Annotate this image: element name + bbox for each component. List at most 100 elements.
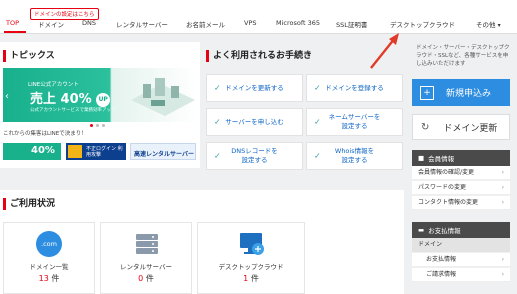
- payment-info-title: お支払情報: [428, 227, 461, 235]
- banner-up-badge: UP: [96, 92, 111, 107]
- nav-tab-dns[interactable]: DNS: [82, 19, 96, 27]
- mini-banner-security[interactable]: 不正ログイン 利用攻撃: [66, 143, 126, 160]
- member-link-contact[interactable]: コンタクト情報の変更 ›: [412, 196, 510, 210]
- usage-count-unit: 件: [250, 274, 259, 283]
- mini-banner-server-text: 高速レンタルサーバー: [134, 151, 194, 158]
- nav-tab-other[interactable]: その他 ▾: [476, 19, 501, 29]
- top-navigation: ドメインの設定はこちら TOP ドメイン DNS レンタルサーバー お名前メール…: [0, 0, 517, 34]
- chevron-right-icon: ›: [501, 256, 504, 263]
- chevron-right-icon: ›: [501, 271, 504, 278]
- payment-link-label: ご請求情報: [426, 271, 457, 278]
- check-icon: ✓: [214, 83, 221, 93]
- domain-renew-label: ドメイン更新: [443, 123, 498, 134]
- chevron-down-icon: ▾: [497, 22, 501, 29]
- procedure-label: DNSレコードを 設定する: [231, 147, 278, 164]
- member-link-label: パスワードの変更: [418, 184, 467, 191]
- procedure-whois[interactable]: ✓ Whois情報を 設定する: [306, 142, 403, 170]
- new-application-label: 新規申込み: [446, 89, 492, 99]
- procedure-nameserver[interactable]: ✓ ネームサーバーを 設定する: [306, 108, 403, 136]
- new-application-button[interactable]: + 新規申込み: [412, 79, 510, 106]
- banner-value: 40%: [60, 92, 92, 107]
- person-icon: ■: [418, 154, 425, 162]
- nav-tab-ssl[interactable]: SSL証明書: [336, 19, 367, 29]
- server-icon: [136, 234, 158, 254]
- card-icon: ▬: [418, 226, 425, 234]
- banner-subtext: 公式アカウントサービスで業務効率アップ: [30, 108, 116, 113]
- mini-banner-security-text: 不正ログイン 利用攻撃: [86, 146, 123, 158]
- city-illustration-icon: [131, 78, 195, 116]
- usage-count: 1 件: [198, 273, 304, 284]
- nav-tab-microsoft365[interactable]: Microsoft 365: [276, 19, 320, 27]
- usage-card-domain[interactable]: .com ドメイン一覧 13 件: [3, 222, 95, 294]
- usage-card-desktop-cloud[interactable]: デスクトップクラウド 1 件: [197, 222, 305, 294]
- nav-tab-rental-server[interactable]: レンタルサーバー: [116, 19, 168, 29]
- procedure-label: Whois情報を 設定する: [334, 147, 375, 164]
- check-icon: ✓: [214, 117, 221, 127]
- procedure-label: ドメインを更新する: [225, 83, 284, 92]
- usage-count-unit: 件: [51, 274, 60, 283]
- procedures-title: よく利用されるお手続き: [206, 50, 312, 62]
- member-info-title: 会員情報: [428, 155, 455, 163]
- nav-tab-top[interactable]: TOP: [6, 19, 19, 27]
- banner-small-text: LINE公式アカウント: [28, 82, 79, 88]
- member-link-label: コンタクト情報の変更: [418, 199, 479, 206]
- mini-banner-server[interactable]: 高速レンタルサーバー: [130, 143, 196, 160]
- mini-banner-line-text: 40%: [31, 145, 55, 156]
- lock-icon: [68, 145, 82, 158]
- procedure-register-domain[interactable]: ✓ ドメインを登録する: [306, 74, 403, 102]
- carousel-dot[interactable]: [96, 124, 99, 127]
- procedure-renew-domain[interactable]: ✓ ドメインを更新する: [206, 74, 303, 102]
- nav-tab-desktop-cloud[interactable]: デスクトップクラウド: [390, 19, 455, 29]
- usage-count-number: 0: [138, 274, 144, 283]
- usage-title: ご利用状況: [3, 198, 55, 210]
- mini-banner-line[interactable]: 40%: [3, 143, 61, 160]
- cloud-desktop-icon: [240, 233, 264, 255]
- usage-count: 13 件: [4, 273, 94, 284]
- payment-link-label: お支払情報: [426, 256, 457, 263]
- payment-info-header: ▬ お支払情報: [412, 222, 510, 238]
- usage-card-server[interactable]: レンタルサーバー 0 件: [100, 222, 192, 294]
- usage-label: ドメイン一覧: [29, 263, 69, 271]
- payment-link-billing[interactable]: ご請求情報 ›: [412, 268, 510, 282]
- domain-icon: .com: [36, 231, 62, 257]
- member-info-header: ■ 会員情報: [412, 150, 510, 166]
- topics-caption: これからの集客はLINEで決まり！: [3, 131, 87, 137]
- active-tab-indicator: [4, 31, 26, 33]
- usage-label: レンタルサーバー: [120, 263, 172, 271]
- member-link-info[interactable]: 会員情報の確認/変更 ›: [412, 166, 510, 180]
- banner-prev-icon[interactable]: ‹: [5, 91, 9, 102]
- nav-tab-domain[interactable]: ドメイン: [38, 19, 64, 29]
- payment-link-info[interactable]: お支払情報 ›: [412, 253, 510, 267]
- chevron-right-icon: ›: [501, 184, 504, 191]
- member-link-password[interactable]: パスワードの変更 ›: [412, 181, 510, 195]
- usage-count-number: 1: [243, 274, 249, 283]
- nav-other-label: その他: [476, 21, 496, 29]
- procedure-label: ドメインを登録する: [325, 83, 384, 92]
- topics-title: トピックス: [3, 50, 55, 62]
- carousel-dot[interactable]: [90, 124, 93, 127]
- procedure-label: ネームサーバーを 設定する: [328, 113, 381, 130]
- refresh-icon: ↻: [421, 121, 430, 133]
- sidebar-description: ドメイン・サーバー・デスクトップクラウド・SSLなど、各種サービスを申し込みいた…: [416, 45, 510, 67]
- check-icon: ✓: [314, 151, 321, 161]
- annotation-arrow-icon: [370, 33, 399, 69]
- check-icon: ✓: [214, 151, 221, 161]
- plus-icon: +: [420, 85, 434, 100]
- usage-count: 0 件: [101, 273, 191, 284]
- check-icon: ✓: [314, 117, 321, 127]
- banner-headline: 売上 40% UP: [30, 88, 111, 107]
- domain-renew-button[interactable]: ↻ ドメイン更新: [412, 114, 510, 140]
- member-link-label: 会員情報の確認/変更: [418, 169, 475, 176]
- usage-count-number: 13: [38, 274, 49, 283]
- procedure-apply-server[interactable]: ✓ サーバーを申し込む: [206, 108, 303, 136]
- banner-prefix: 売上: [30, 92, 57, 107]
- nav-tab-mail[interactable]: お名前メール: [186, 19, 225, 29]
- procedure-dns-record[interactable]: ✓ DNSレコードを 設定する: [206, 142, 303, 170]
- usage-count-unit: 件: [145, 274, 154, 283]
- chevron-right-icon: ›: [501, 199, 504, 206]
- carousel-dot[interactable]: [102, 124, 105, 127]
- nav-tab-vps[interactable]: VPS: [244, 19, 257, 27]
- procedure-label: サーバーを申し込む: [225, 117, 284, 126]
- usage-label: デスクトップクラウド: [218, 263, 284, 271]
- payment-section-domain: ドメイン: [412, 238, 510, 252]
